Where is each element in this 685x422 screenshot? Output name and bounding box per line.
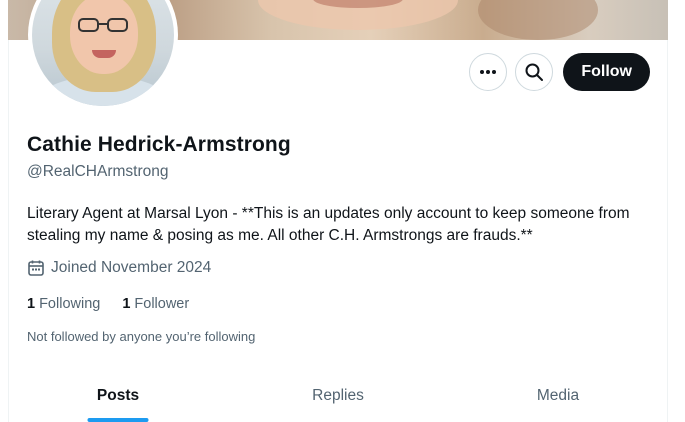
following-count: 1 <box>27 296 36 312</box>
profile-bio: Literary Agent at Marsal Lyon - **This i… <box>27 205 630 244</box>
tab-media-label: Media <box>536 387 580 404</box>
follow-button[interactable]: Follow <box>563 53 650 91</box>
more-dots-icon <box>480 70 497 74</box>
user-handle: @RealCHArmstrong <box>27 163 169 180</box>
avatar-photo <box>32 0 174 106</box>
profile-tabs: Posts Replies Media <box>8 366 668 422</box>
calendar-icon <box>28 260 44 276</box>
not-followed-note: Not followed by anyone you’re following <box>27 329 256 344</box>
display-name: Cathie Hedrick-Armstrong <box>27 133 291 156</box>
joined-label: Joined November 2024 <box>51 259 212 276</box>
followers-link[interactable]: 1 Follower <box>122 296 189 312</box>
following-label: Following <box>39 296 101 312</box>
followers-count: 1 <box>122 296 131 312</box>
active-tab-indicator <box>87 418 149 422</box>
profile-actions: Follow <box>469 53 650 91</box>
joined-date: Joined November 2024 <box>27 259 211 277</box>
tab-posts-label: Posts <box>96 387 140 404</box>
tab-replies-label: Replies <box>312 387 364 404</box>
followers-label: Follower <box>134 296 190 312</box>
tab-media[interactable]: Media <box>448 366 668 422</box>
search-icon <box>525 63 544 81</box>
more-button[interactable] <box>469 53 508 91</box>
tab-replies[interactable]: Replies <box>228 366 448 422</box>
avatar[interactable] <box>28 0 178 110</box>
follow-stats: 1 Following 1 Follower <box>27 296 189 312</box>
tab-posts[interactable]: Posts <box>8 366 228 422</box>
following-link[interactable]: 1 Following <box>27 296 100 312</box>
search-button[interactable] <box>515 53 554 91</box>
